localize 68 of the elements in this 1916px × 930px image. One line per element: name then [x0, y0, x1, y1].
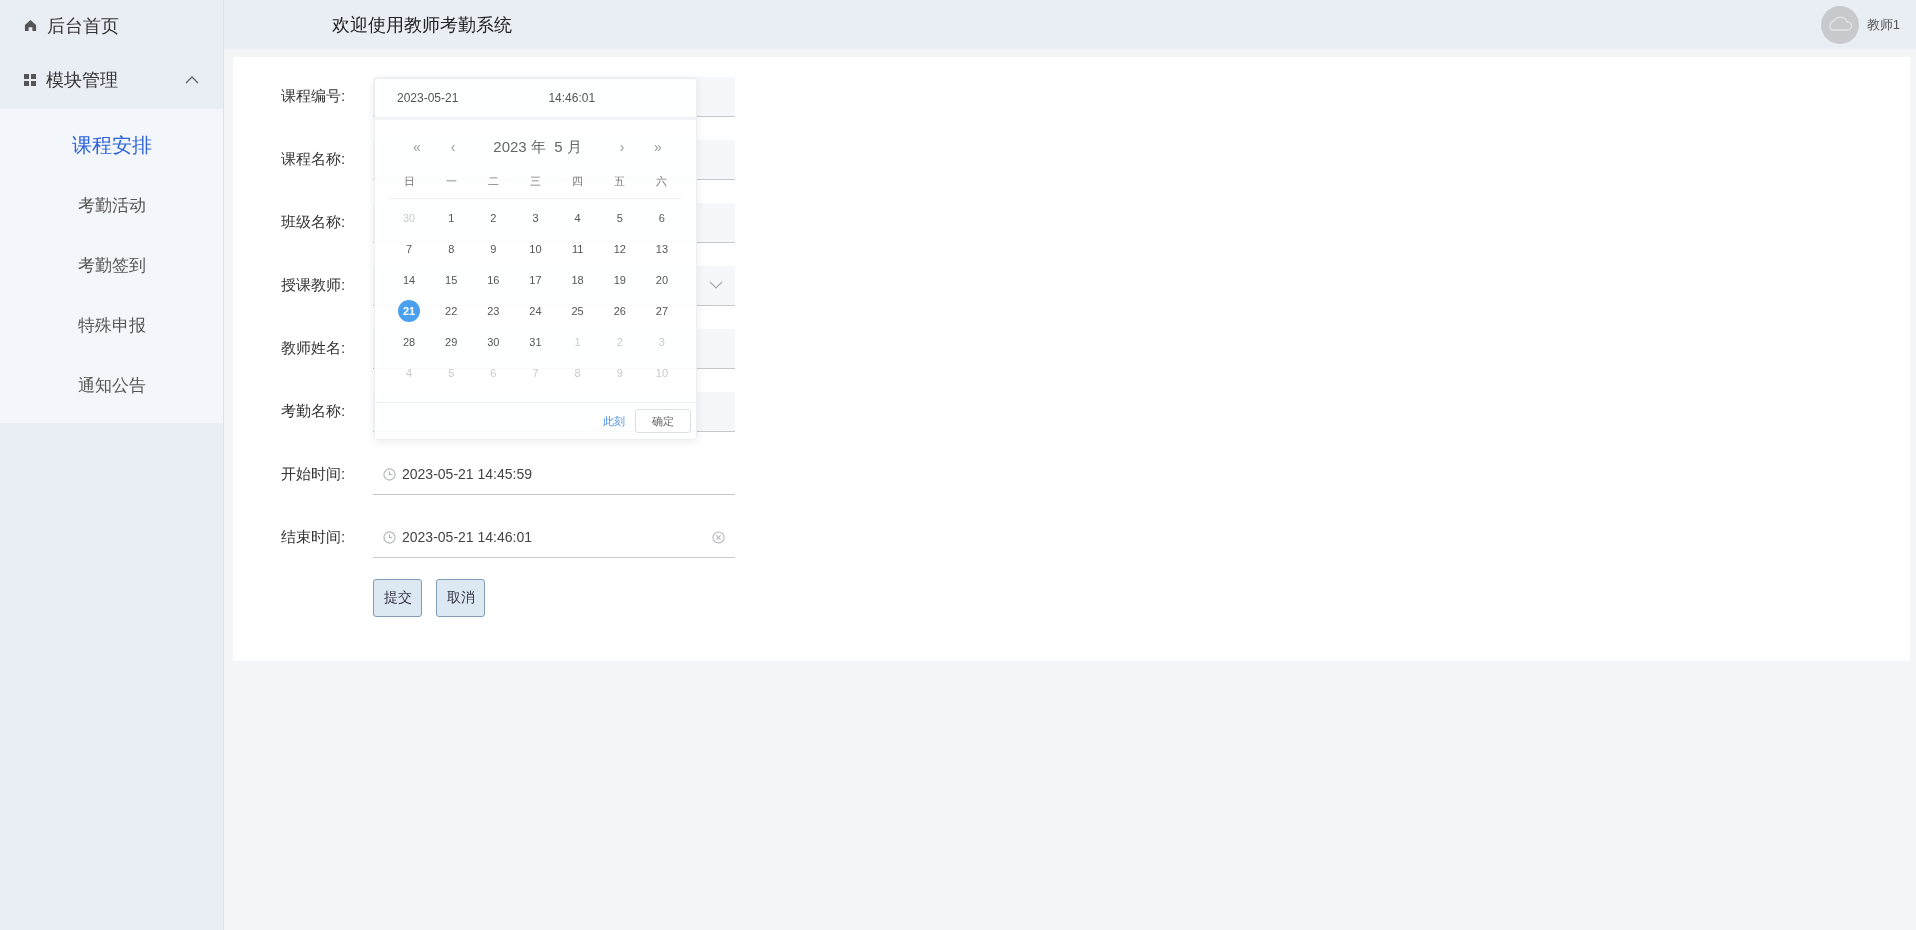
field-label: 开始时间: [281, 465, 347, 484]
calendar-day[interactable]: 9 [482, 237, 505, 260]
submenu-item[interactable]: 通知公告 [0, 355, 223, 415]
calendar-day[interactable]: 13 [650, 237, 673, 260]
calendar-day[interactable]: 5 [608, 206, 631, 229]
confirm-button[interactable]: 确定 [635, 409, 691, 433]
calendar-day[interactable]: 24 [524, 299, 547, 322]
clear-icon[interactable] [712, 530, 725, 544]
calendar-day[interactable]: 20 [650, 268, 673, 291]
calendar-day[interactable]: 15 [440, 268, 463, 291]
weekday-label: 四 [572, 173, 584, 189]
calendar-day[interactable]: 1 [440, 206, 463, 229]
avatar-icon[interactable] [1820, 5, 1859, 44]
calendar-day[interactable]: 14 [398, 268, 421, 291]
field-label: 授课教师: [281, 276, 347, 295]
submenu-item[interactable]: 特殊申报 [0, 295, 223, 355]
module-menu-item[interactable]: 模块管理 [0, 51, 223, 109]
calendar-day[interactable]: 31 [524, 330, 547, 353]
submenu-item[interactable]: 考勤活动 [0, 175, 223, 235]
field-label: 班级名称: [281, 213, 347, 232]
home-icon [24, 19, 37, 32]
submenu-item[interactable]: 考勤签到 [0, 235, 223, 295]
date-input[interactable]: 2023-05-21 [397, 91, 459, 105]
weekday-label: 三 [530, 173, 541, 189]
weekday-label: 五 [614, 173, 626, 189]
calendar-day[interactable]: 3 [524, 206, 547, 229]
user-name: 教师1 [1866, 15, 1900, 34]
calendar-day[interactable]: 19 [608, 268, 631, 291]
weekday-label: 一 [445, 173, 457, 189]
weekday-label: 日 [403, 173, 415, 189]
field-label: 课程编号: [281, 87, 347, 106]
cancel-button[interactable]: 取消 [436, 579, 485, 617]
calendar-day[interactable]: 6 [650, 206, 673, 229]
time-input[interactable]: 14:46:01 [548, 91, 596, 105]
calendar-day[interactable]: 18 [566, 268, 589, 291]
now-link[interactable]: 此刻 [603, 413, 625, 429]
grid-icon [24, 74, 36, 86]
calendar-day[interactable]: 30 [482, 330, 505, 353]
calendar-day[interactable]: 28 [398, 330, 421, 353]
submenu-item[interactable]: 课程安排 [0, 115, 223, 175]
calendar-day[interactable]: 10 [524, 237, 547, 260]
weekday-label: 六 [656, 173, 668, 189]
calendar-day[interactable]: 23 [482, 299, 505, 322]
calendar-day[interactable]: 12 [608, 237, 631, 260]
field-label: 课程名称: [281, 150, 347, 169]
field-label: 考勤名称: [281, 402, 347, 421]
calendar-day[interactable]: 22 [440, 299, 463, 322]
calendar-day[interactable]: 17 [524, 268, 547, 291]
calendar-day[interactable]: 27 [650, 299, 673, 322]
weekday-label: 二 [487, 173, 499, 189]
field-label: 结束时间: [281, 528, 347, 547]
calendar-day[interactable]: 7 [398, 237, 421, 260]
calendar-day[interactable]: 8 [440, 237, 463, 260]
calendar-day[interactable]: 29 [440, 330, 463, 353]
submit-button[interactable]: 提交 [373, 579, 422, 617]
field-label: 教师姓名: [281, 339, 347, 358]
clock-icon [383, 467, 396, 481]
calendar-day[interactable]: 2 [482, 206, 505, 229]
home-menu-item[interactable]: 后台首页 [0, 0, 223, 51]
calendar-day[interactable]: 4 [566, 206, 589, 229]
year-month-label: 2023 年 5 月 [492, 137, 583, 157]
calendar-day[interactable]: 16 [482, 268, 505, 291]
calendar-day[interactable]: 26 [608, 299, 631, 322]
clock-icon [383, 530, 396, 544]
chevron-down-icon [709, 281, 723, 289]
calendar-day[interactable]: 11 [566, 237, 589, 260]
calendar-day[interactable]: 25 [566, 299, 589, 322]
page-title: 欢迎使用教师考勤系统 [332, 13, 512, 37]
